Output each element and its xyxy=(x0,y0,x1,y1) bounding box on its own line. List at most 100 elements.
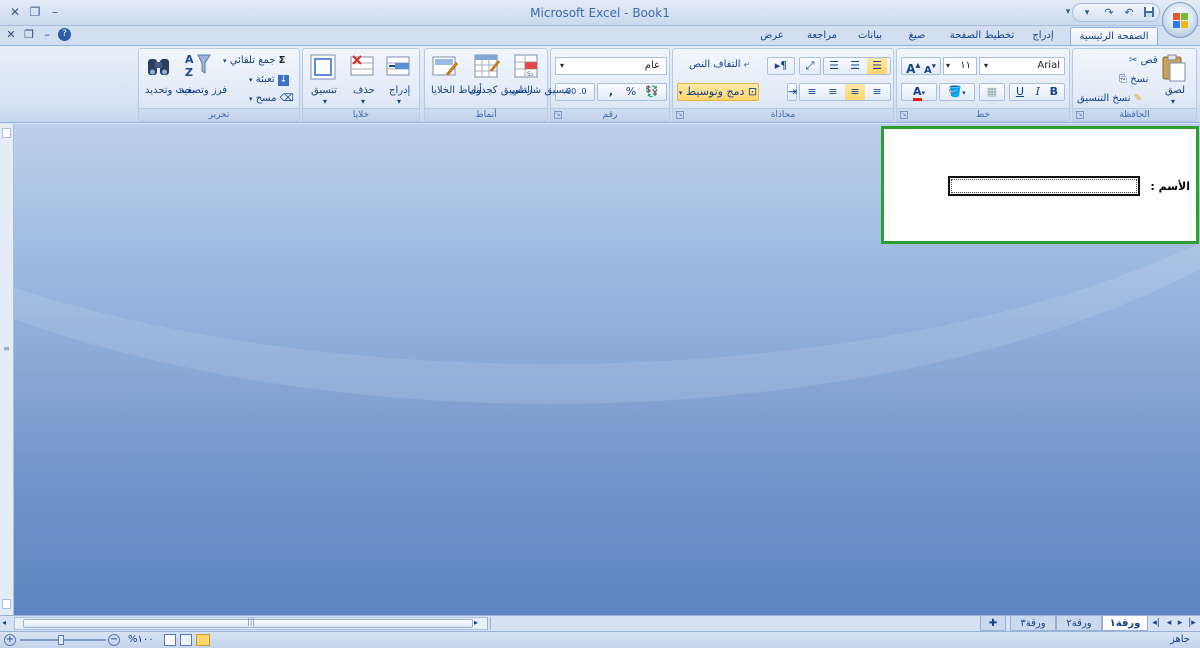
customize-qat-chevron-down-icon[interactable]: ▾ xyxy=(1079,6,1095,20)
minimize-workbook-button[interactable]: – xyxy=(40,27,54,43)
borders-button[interactable]: ▦ xyxy=(979,83,1005,101)
find-select-icon[interactable] xyxy=(145,53,175,83)
grow-font-button[interactable]: A▴ xyxy=(906,60,920,76)
redo-icon[interactable]: ↷ xyxy=(1101,6,1117,20)
help-icon[interactable]: ? xyxy=(58,28,71,41)
sheet-tab-2[interactable]: ورقة٢ xyxy=(1056,616,1102,631)
vertical-scrollbar[interactable]: ≡ xyxy=(0,124,14,615)
hscroll-right-arrow[interactable]: ▸ xyxy=(474,618,478,627)
align-middle-icon[interactable]: ☰ xyxy=(845,58,865,74)
hscroll-left-arrow[interactable]: ◂ xyxy=(2,618,6,627)
font-family-select[interactable]: ▾ Arial xyxy=(979,57,1065,75)
sheet-tab-1[interactable]: ورقة١ xyxy=(1102,616,1148,631)
undo-icon[interactable]: ↶ xyxy=(1121,6,1137,20)
tab-formulas[interactable]: صيغ xyxy=(902,27,932,45)
name-input[interactable] xyxy=(948,176,1140,196)
alignment-dialog-launcher[interactable]: ↘ xyxy=(676,111,684,119)
copy-button[interactable]: ⎘ نسخ xyxy=(1119,74,1148,85)
paste-button[interactable]: لصق xyxy=(1165,85,1185,96)
fill-color-button[interactable]: 🪣▾ xyxy=(939,83,975,101)
conditional-formatting-icon[interactable]: S₃ xyxy=(513,53,543,83)
fill-button[interactable]: ▾ تعبئة ↓ xyxy=(249,74,289,86)
autosum-button[interactable]: ▾ جمع تلقائي Σ xyxy=(223,55,286,66)
cell-styles-button[interactable]: أنماط الخلايا xyxy=(431,85,482,96)
tab-page-layout[interactable]: تخطيط الصفحة xyxy=(946,27,1018,45)
tab-data[interactable]: بيانات xyxy=(852,27,888,45)
number-style-buttons: 💱 % , xyxy=(597,83,667,101)
wrap-text-button[interactable]: التفاف النص ⤶ xyxy=(689,59,749,70)
first-sheet-icon[interactable]: |▸ xyxy=(1186,617,1198,630)
shrink-font-button[interactable]: A▾ xyxy=(924,61,936,76)
accounting-format-icon[interactable]: 💱 xyxy=(642,84,662,100)
bold-button[interactable]: B xyxy=(1050,84,1058,100)
align-right-icon[interactable]: ≡ xyxy=(867,84,887,100)
rtl-button[interactable]: ▸¶ xyxy=(767,57,795,75)
orientation-button[interactable]: ⤢ xyxy=(799,57,821,75)
qat-more-chevron-icon[interactable]: ▾ xyxy=(1060,5,1076,19)
italic-button[interactable]: I xyxy=(1036,84,1040,100)
align-top-icon[interactable]: ☰ xyxy=(867,58,887,74)
delete-cells-icon[interactable] xyxy=(349,53,379,83)
insert-sheet-icon[interactable]: ✚ xyxy=(980,616,1006,631)
tab-review[interactable]: مراجعة xyxy=(800,27,844,45)
vscroll-down-arrow[interactable] xyxy=(2,599,11,609)
horizontal-scrollbar[interactable]: ||| xyxy=(14,617,488,630)
office-button[interactable] xyxy=(1162,2,1198,38)
normal-view-icon[interactable] xyxy=(164,634,176,646)
sheet-tab-3[interactable]: ورقة٣ xyxy=(1010,616,1056,631)
zoom-slider-thumb[interactable] xyxy=(58,635,64,645)
format-painter-button[interactable]: نسخ التنسيق ✎ xyxy=(1077,93,1142,104)
zoom-out-icon[interactable]: − xyxy=(108,634,120,646)
zoom-in-icon[interactable]: + xyxy=(4,634,16,646)
number-dialog-launcher[interactable]: ↘ xyxy=(554,111,562,119)
close-workbook-button[interactable]: ✕ xyxy=(4,27,18,43)
tab-view[interactable]: عرض xyxy=(754,27,790,45)
find-select-button[interactable]: بحث وتحديد xyxy=(145,85,195,96)
save-icon[interactable] xyxy=(1141,6,1157,20)
format-as-table-icon[interactable] xyxy=(473,53,503,83)
font-size-value: ١١ xyxy=(960,60,971,71)
sort-filter-icon[interactable]: AZ xyxy=(183,51,213,81)
justify-icon[interactable]: ≡ xyxy=(803,84,821,100)
font-color-button[interactable]: A▾ xyxy=(901,83,937,101)
font-size-select[interactable]: ▾ ١١ xyxy=(943,57,977,75)
last-sheet-icon[interactable]: ◂| xyxy=(1150,617,1162,630)
insert-cells-button[interactable]: إدراج xyxy=(389,85,410,96)
font-dialog-launcher[interactable]: ↘ xyxy=(900,111,908,119)
delete-cells-button[interactable]: حذف xyxy=(353,85,375,96)
page-break-view-icon[interactable] xyxy=(196,634,210,646)
align-center-icon[interactable]: ≡ xyxy=(845,84,865,100)
format-cells-button[interactable]: تنسيق xyxy=(311,85,337,96)
underline-button[interactable]: U xyxy=(1016,84,1024,100)
cell-styles-icon[interactable] xyxy=(431,53,461,83)
merge-center-button[interactable]: ▾ دمج وتوسيط ⊡ xyxy=(677,83,759,101)
tab-home[interactable]: الصفحة الرئيسية xyxy=(1070,27,1158,45)
paste-chevron-down-icon[interactable]: ▾ xyxy=(1171,97,1175,106)
delete-chevron-down-icon[interactable]: ▾ xyxy=(361,97,365,106)
restore-workbook-button[interactable]: ❐ xyxy=(22,27,36,43)
autosum-label: جمع تلقائي xyxy=(229,55,276,66)
merge-center-label: دمج وتوسيط xyxy=(685,85,745,98)
number-format-select[interactable]: ▾ عام xyxy=(555,57,667,75)
format-cells-icon[interactable] xyxy=(309,53,339,83)
clear-button[interactable]: ▾ مسح ⌫ xyxy=(249,93,294,104)
clipboard-dialog-launcher[interactable]: ↘ xyxy=(1076,111,1084,119)
comma-style-button[interactable]: , xyxy=(602,84,620,100)
tab-insert[interactable]: إدراج xyxy=(1028,27,1058,45)
vscroll-grip-icon[interactable]: ≡ xyxy=(3,344,10,353)
zoom-level[interactable]: %١٠٠ xyxy=(128,634,154,645)
insert-chevron-down-icon[interactable]: ▾ xyxy=(397,97,401,106)
format-chevron-down-icon[interactable]: ▾ xyxy=(323,97,327,106)
insert-cells-icon[interactable] xyxy=(385,53,415,83)
page-layout-view-icon[interactable] xyxy=(180,634,192,646)
vscroll-up-arrow[interactable] xyxy=(2,128,11,138)
indent-button[interactable]: ⇥ xyxy=(787,83,797,101)
align-left-icon[interactable]: ≡ xyxy=(823,84,843,100)
decrease-decimal-button[interactable]: .0 xyxy=(579,87,587,96)
cut-button[interactable]: ✂ قص xyxy=(1129,55,1158,66)
tab-split-handle[interactable] xyxy=(487,617,491,630)
paste-icon[interactable] xyxy=(1161,53,1191,83)
align-bottom-icon[interactable]: ☰ xyxy=(825,58,843,74)
prev-sheet-icon[interactable]: ▸ xyxy=(1174,617,1186,630)
percent-style-button[interactable]: % xyxy=(622,84,640,100)
